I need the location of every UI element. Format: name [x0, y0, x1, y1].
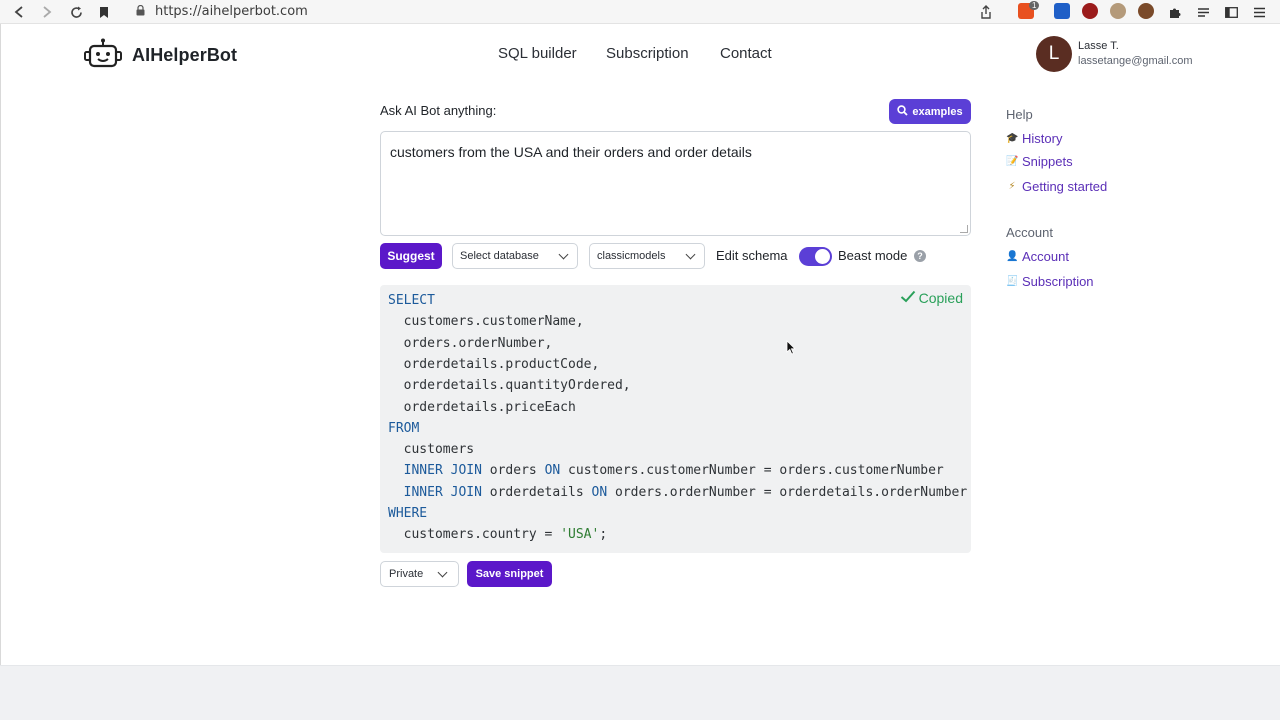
toggle-knob [815, 249, 830, 264]
address-bar[interactable]: https://aihelperbot.com [155, 4, 308, 19]
logo-text: AIHelperBot [132, 45, 238, 65]
database-select-value: Select database [460, 250, 539, 262]
reload-icon[interactable] [67, 3, 85, 21]
account-heading: Account [1006, 225, 1053, 240]
code-line: FROM [388, 420, 420, 436]
visibility-select[interactable]: Private [380, 561, 459, 587]
browser-toolbar: https://aihelperbot.com 1 [0, 0, 1280, 24]
ublock-icon[interactable] [1082, 3, 1098, 19]
user-name: Lasse T. [1078, 40, 1119, 52]
prompt-textarea[interactable]: customers from the USA and their orders … [380, 131, 971, 236]
nav-sql-builder[interactable]: SQL builder [498, 45, 577, 62]
code-line: orderdetails.priceEach [388, 399, 576, 415]
cookie-icon[interactable] [1138, 3, 1154, 19]
copied-label: Copied [918, 290, 963, 306]
menu-icon[interactable] [1250, 3, 1268, 21]
lightning-icon: ⚡ [1008, 181, 1016, 192]
search-icon [897, 104, 909, 119]
sql-code-block[interactable]: Copied SELECT customers.customerName, or… [380, 285, 971, 553]
back-icon[interactable] [10, 3, 28, 21]
chevron-down-icon [437, 567, 448, 578]
chevron-down-icon [685, 249, 696, 260]
sidebar-item-snippets[interactable]: 📝 Snippets [1006, 154, 1073, 169]
examples-label: examples [912, 105, 963, 118]
sidebar-item-getting-started[interactable]: ⚡ Getting started [1006, 179, 1107, 194]
suggest-button[interactable]: Suggest [380, 243, 442, 269]
edit-schema-link[interactable]: Edit schema [716, 248, 788, 263]
visibility-select-value: Private [389, 568, 424, 580]
code-line: SELECT [388, 293, 435, 308]
extensions-puzzle-icon[interactable] [1166, 3, 1184, 21]
code-line: customers.customerName, [388, 314, 584, 330]
prompt-value: customers from the USA and their orders … [390, 144, 752, 160]
sidebar-item-label: Subscription [1022, 274, 1094, 289]
code-line: orderdetails.productCode, [388, 356, 600, 372]
code-line: orders.orderNumber, [388, 335, 553, 351]
code-line: INNER JOIN orderdetails ON orders.orderN… [403, 484, 968, 500]
sidebar-toggle-icon[interactable] [1222, 3, 1240, 21]
sidebar-item-label: Snippets [1022, 154, 1073, 169]
schema-select[interactable]: classicmodels [589, 243, 705, 269]
help-question-icon[interactable]: ? [914, 250, 926, 262]
copied-indicator[interactable]: Copied [900, 290, 963, 306]
database-select[interactable]: Select database [452, 243, 578, 269]
robot-icon [84, 38, 122, 73]
lock-icon [136, 4, 145, 19]
reading-list-icon[interactable] [1194, 3, 1212, 21]
schema-select-value: classicmodels [597, 250, 666, 262]
sidebar-item-label: Account [1022, 249, 1069, 264]
code-line: INNER JOIN orders ON customers.customerN… [403, 463, 944, 479]
save-snippet-button[interactable]: Save snippet [467, 561, 552, 587]
user-email: lassetange@gmail.com [1078, 55, 1193, 67]
sidebar-item-history[interactable]: 🎓 History [1006, 131, 1062, 146]
footer [0, 665, 1280, 720]
window-edge [0, 24, 1, 665]
receipt-icon: 🧾 [1006, 276, 1019, 287]
nav-contact[interactable]: Contact [720, 45, 772, 62]
forward-icon[interactable] [38, 3, 56, 21]
mouse-cursor-icon [786, 340, 796, 360]
bitwarden-icon[interactable] [1054, 3, 1070, 19]
checkmark-icon [900, 290, 916, 306]
code-line: customers.country = 'USA'; [388, 527, 608, 543]
extension-face-icon[interactable] [1110, 3, 1126, 19]
chevron-down-icon [558, 249, 569, 260]
help-heading: Help [1006, 107, 1033, 122]
ask-label: Ask AI Bot anything: [380, 103, 497, 118]
beast-mode-toggle[interactable] [799, 247, 832, 266]
sidebar-item-subscription[interactable]: 🧾 Subscription [1006, 274, 1094, 289]
code-line: WHERE [388, 506, 428, 521]
code-line: customers [388, 442, 475, 458]
bookmark-icon[interactable] [95, 3, 113, 21]
examples-button[interactable]: examples [889, 99, 971, 124]
sidebar-item-label: History [1022, 131, 1063, 146]
beast-mode-label: Beast mode [838, 248, 908, 263]
extension-badge: 1 [1029, 1, 1040, 10]
avatar[interactable]: L [1036, 36, 1072, 72]
resize-handle-icon[interactable] [960, 225, 968, 233]
student-icon: 🎓 [1006, 133, 1019, 144]
sidebar-item-label: Getting started [1022, 179, 1108, 194]
user-icon: 👤 [1006, 251, 1019, 262]
logo[interactable]: AIHelperBot [84, 38, 237, 73]
memo-icon: 📝 [1006, 156, 1019, 167]
sidebar-item-account[interactable]: 👤 Account [1006, 249, 1069, 264]
share-icon[interactable] [977, 3, 995, 21]
nav-subscription[interactable]: Subscription [606, 45, 689, 62]
code-line: orderdetails.quantityOrdered, [388, 378, 631, 394]
